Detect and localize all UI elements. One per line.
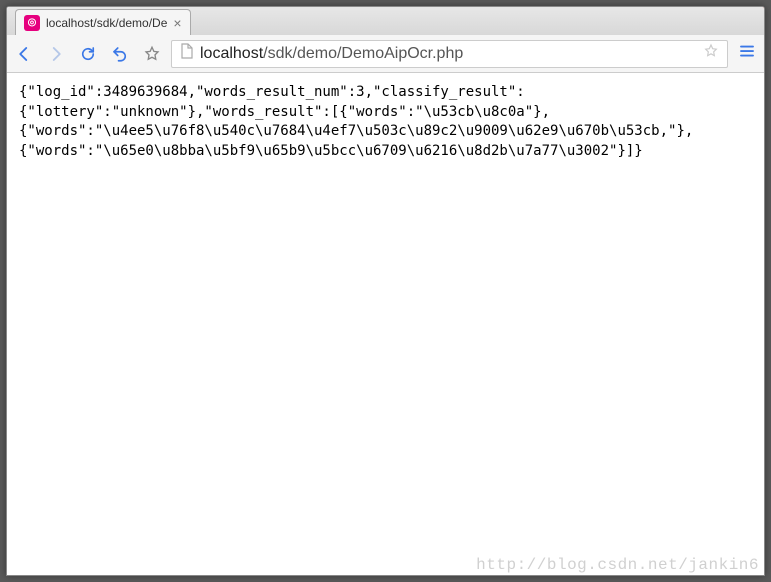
back-button[interactable] — [15, 45, 33, 63]
reload-button[interactable] — [79, 45, 97, 63]
close-button[interactable] — [718, 7, 764, 27]
url-host: localhost — [200, 45, 263, 62]
watermark-text: http://blog.csdn.net/jankin6 — [476, 556, 759, 574]
body-line: {"log_id":3489639684,"words_result_num":… — [19, 84, 525, 100]
browser-tab[interactable]: ◎ localhost/sdk/demo/De × — [15, 9, 191, 35]
tab-title: localhost/sdk/demo/De — [46, 16, 167, 30]
page-content: {"log_id":3489639684,"words_result_num":… — [7, 73, 764, 575]
window-controls — [626, 7, 764, 27]
undo-button[interactable] — [111, 45, 129, 63]
page-icon — [180, 43, 194, 64]
body-line: {"words":"\u65e0\u8bba\u5bf9\u65b9\u5bcc… — [19, 143, 643, 159]
addressbar-star-icon[interactable] — [703, 43, 719, 64]
nav-buttons — [15, 45, 161, 63]
url-text: localhost/sdk/demo/DemoAipOcr.php — [200, 45, 697, 63]
favicon-icon: ◎ — [24, 15, 40, 31]
address-bar[interactable]: localhost/sdk/demo/DemoAipOcr.php — [171, 40, 728, 68]
body-line: {"words":"\u4ee5\u76f8\u540c\u7684\u4ef7… — [19, 123, 693, 139]
url-path: /sdk/demo/DemoAipOcr.php — [263, 45, 463, 62]
maximize-button[interactable] — [672, 7, 718, 27]
tab-close-icon[interactable]: × — [173, 16, 181, 30]
toolbar: localhost/sdk/demo/DemoAipOcr.php — [7, 35, 764, 73]
bookmark-star-icon[interactable] — [143, 45, 161, 63]
minimize-button[interactable] — [626, 7, 672, 27]
hamburger-menu-icon[interactable] — [738, 42, 756, 65]
forward-button[interactable] — [47, 45, 65, 63]
body-line: {"lottery":"unknown"},"words_result":[{"… — [19, 104, 550, 120]
browser-window: ◎ localhost/sdk/demo/De × — [6, 6, 765, 576]
